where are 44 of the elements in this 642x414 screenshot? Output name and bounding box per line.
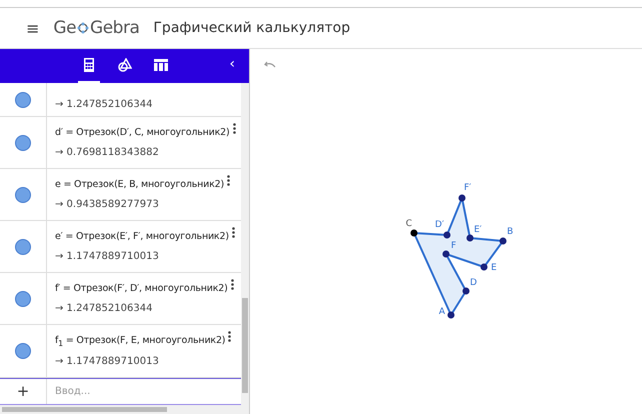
more-icon[interactable]: [228, 330, 232, 342]
undo-icon[interactable]: [264, 61, 276, 69]
more-icon[interactable]: [232, 123, 236, 134]
menu-icon[interactable]: ≡: [26, 18, 40, 38]
algebra-value: → 1.247852106344: [55, 303, 154, 314]
algebra-value: → 1.247852106344: [55, 99, 154, 110]
algebra-definition[interactable]: f′ = Отрезок(F′, D′, многоугольник2): [55, 283, 228, 294]
logo-icon: [77, 22, 90, 34]
algebra-value: → 1.1747889710013: [55, 251, 160, 262]
point-label: B: [507, 227, 514, 237]
visibility-toggle[interactable]: [15, 92, 31, 108]
point-label: A: [438, 307, 445, 317]
algebra-definition[interactable]: d′ = Отрезок(D′, C, многоугольник2): [55, 127, 230, 138]
visibility-toggle[interactable]: [15, 290, 31, 307]
algebra-value: → 1.1747889710013: [55, 356, 160, 368]
app-title: Графический калькулятор: [153, 20, 350, 36]
algebra-definition[interactable]: e′ = Отрезок(E′, F′, многоугольник2): [55, 231, 229, 242]
point-label: C: [406, 219, 412, 229]
horizontal-scrollbar[interactable]: [2, 407, 167, 412]
calculator-icon: [83, 58, 95, 72]
algebra-value: → 0.7698118343882: [55, 147, 160, 158]
point-label: E: [491, 263, 497, 273]
algebra-definition[interactable]: e = Отрезок(E, B, многоугольник2): [55, 179, 224, 190]
logo-text: Ge: [53, 18, 76, 38]
more-icon[interactable]: [230, 279, 234, 290]
visibility-toggle[interactable]: [15, 186, 31, 203]
more-icon[interactable]: [232, 227, 235, 238]
more-icon[interactable]: [227, 175, 230, 186]
visibility-toggle[interactable]: [15, 134, 31, 151]
scrollbar[interactable]: [241, 83, 249, 405]
collapse-icon[interactable]: ‹: [229, 56, 235, 72]
shapes-icon: [118, 58, 132, 72]
point-label: E′: [474, 225, 482, 235]
point-label: F′: [464, 183, 472, 193]
algebra-value: → 0.9438589277973: [55, 199, 160, 210]
logo-text: Gebra: [90, 18, 140, 38]
point-label: D: [470, 278, 477, 288]
point-label: F: [451, 241, 456, 251]
visibility-toggle[interactable]: [15, 238, 31, 255]
add-icon[interactable]: +: [16, 382, 30, 400]
visibility-toggle[interactable]: [15, 343, 31, 359]
algebra-definition[interactable]: f$_{1}$ = Отрезок(F, E, многоугольник2): [55, 334, 226, 348]
point-label: D′: [435, 220, 444, 230]
table-icon: [154, 59, 168, 71]
